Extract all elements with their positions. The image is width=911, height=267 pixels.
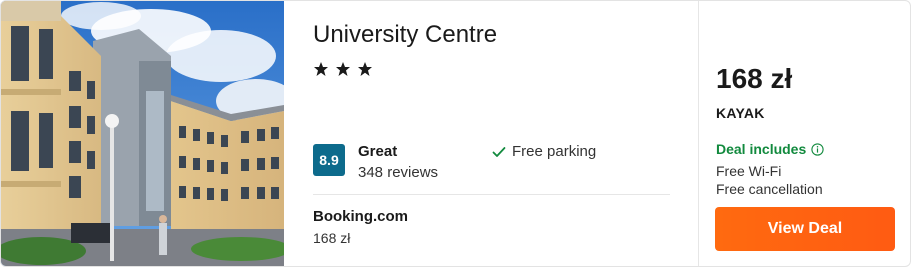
hotel-name[interactable]: University Centre: [313, 21, 497, 49]
provider-name: Booking.com: [313, 208, 409, 225]
perk-item: Free cancellation: [716, 181, 823, 197]
star-rating: [313, 61, 373, 77]
review-count: 348 reviews: [358, 164, 439, 181]
rating-text: Great 348 reviews: [358, 143, 438, 182]
star-icon: [336, 62, 350, 76]
deal-perks: Free Wi-Fi Free cancellation: [716, 162, 823, 198]
deal-includes-title: Deal includes: [716, 141, 807, 157]
review-score[interactable]: 8.9 Great 348 reviews: [313, 143, 438, 182]
deal-panel: 168 zł KAYAK Deal includes Free Wi-Fi Fr…: [698, 1, 910, 266]
rating-label: Great: [358, 143, 398, 160]
hotel-result-card[interactable]: University Centre 8.9 Great 348 reviews …: [0, 0, 911, 267]
divider: [313, 194, 670, 195]
perk-item: Free Wi-Fi: [716, 163, 782, 179]
score-badge: 8.9: [313, 144, 345, 176]
deal-source: KAYAK: [716, 105, 765, 121]
deal-includes: Deal includes: [716, 141, 824, 157]
hotel-info: University Centre 8.9 Great 348 reviews …: [284, 1, 698, 266]
hotel-photo[interactable]: [1, 1, 284, 266]
info-icon[interactable]: [811, 142, 824, 156]
check-icon: [492, 147, 506, 157]
deal-price: 168 zł: [716, 63, 793, 94]
star-icon: [314, 62, 328, 76]
provider-offer[interactable]: Booking.com 168 zł: [313, 208, 408, 247]
amenity-free-parking: Free parking: [491, 143, 596, 161]
star-icon: [358, 62, 372, 76]
provider-price: 168 zł: [313, 230, 351, 246]
view-deal-button[interactable]: View Deal: [715, 207, 895, 251]
amenity-label: Free parking: [512, 143, 597, 160]
